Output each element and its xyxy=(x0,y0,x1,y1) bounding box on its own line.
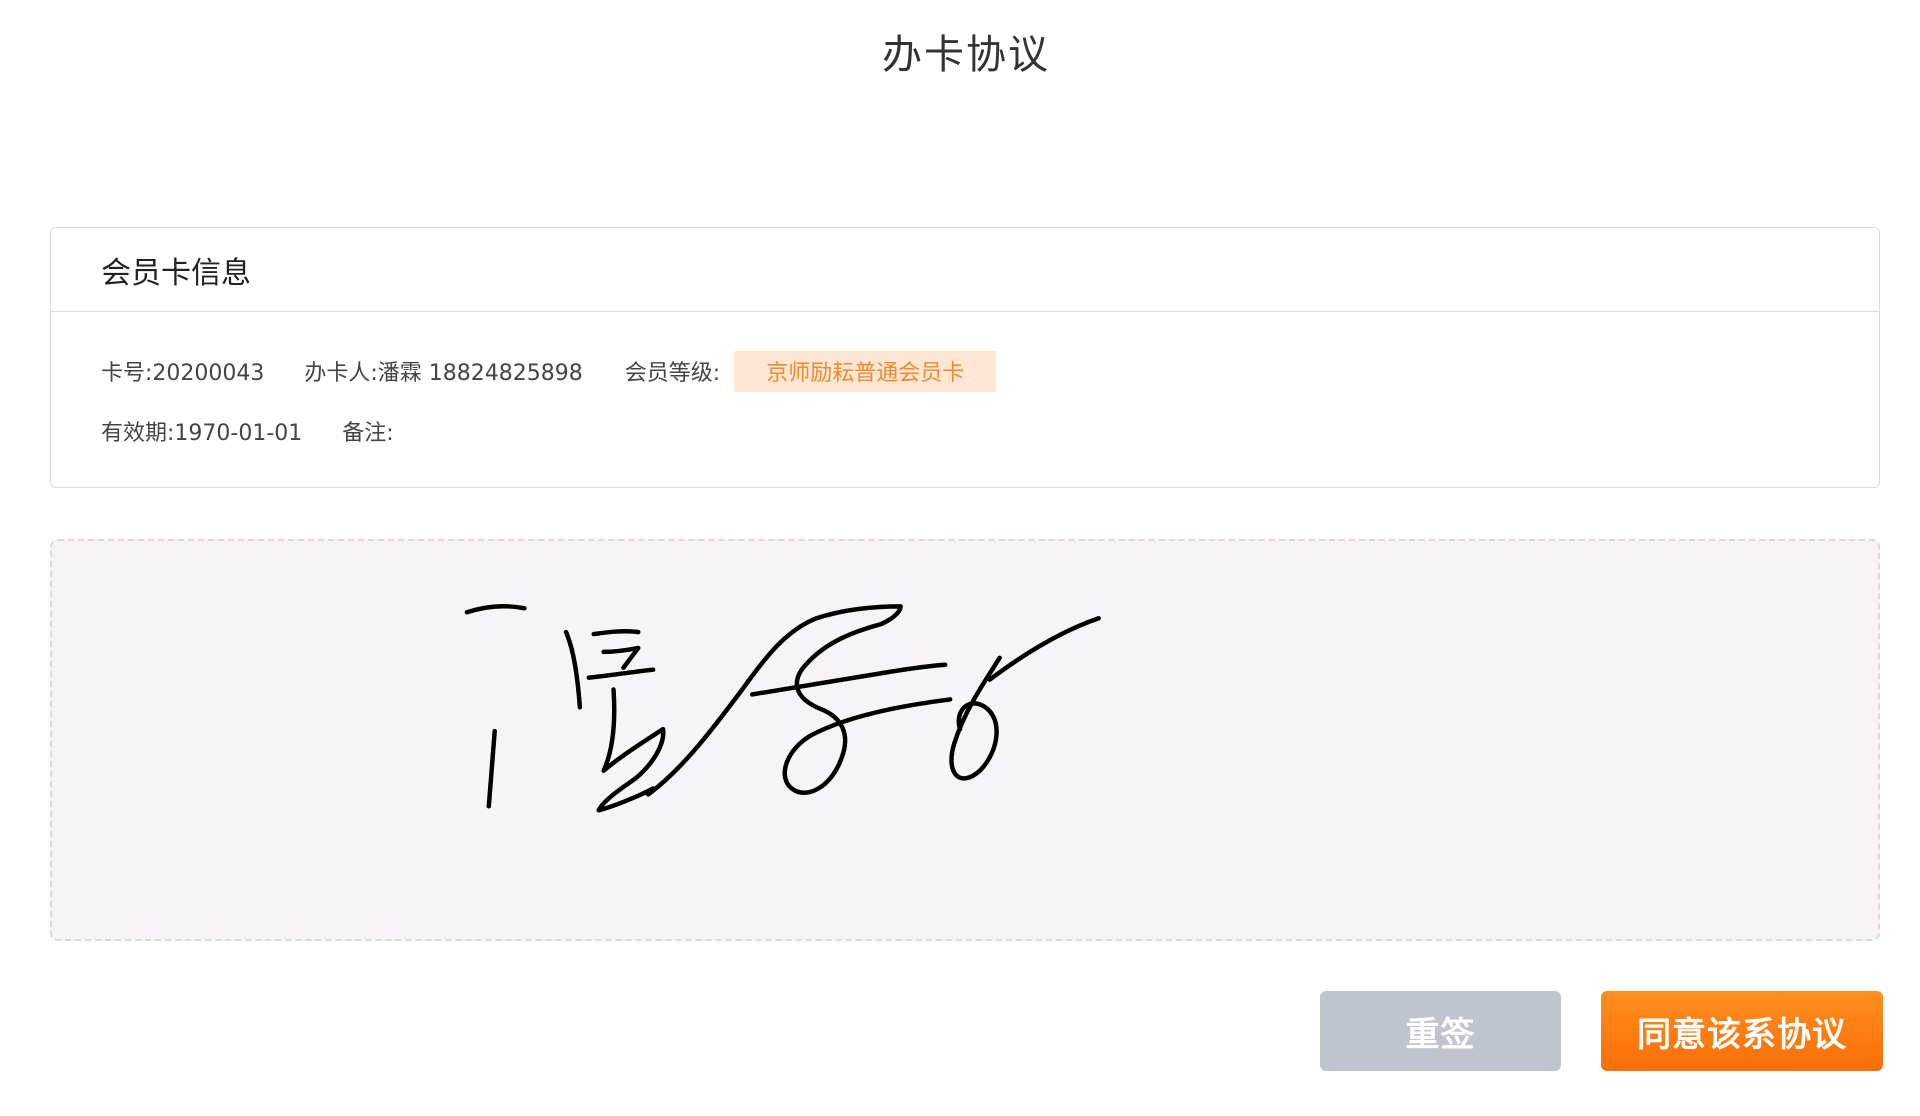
remark-label: 备注: xyxy=(342,421,394,446)
signature-stroke xyxy=(749,662,948,697)
card-header-title: 会员卡信息 xyxy=(101,255,251,291)
signature-stroke xyxy=(591,629,641,637)
signature-stroke xyxy=(563,629,583,710)
signature-strokes xyxy=(464,604,1101,813)
card-header: 会员卡信息 xyxy=(51,228,1879,312)
page-title: 办卡协议 xyxy=(882,32,1050,78)
resign-button[interactable]: 重签 xyxy=(1320,991,1561,1071)
member-card-info: 会员卡信息 卡号:20200043 办卡人:潘霖 18824825898 会员等… xyxy=(50,227,1880,488)
validity-date: 有效期:1970-01-01 xyxy=(101,421,303,446)
signature-stroke xyxy=(645,604,953,797)
signature-stroke xyxy=(987,615,1101,682)
agree-agreement-button[interactable]: 同意该系协议 xyxy=(1601,991,1883,1071)
info-row-1: 卡号:20200043 办卡人:潘霖 18824825898 会员等级: 京师励… xyxy=(101,350,997,392)
signature-stroke xyxy=(586,667,656,680)
signature-stroke xyxy=(464,604,527,615)
page: 办卡协议 会员卡信息 卡号:20200043 办卡人:潘霖 1882482589… xyxy=(0,0,1920,1116)
card-number: 卡号:20200043 xyxy=(101,361,265,386)
info-row-2: 有效期:1970-01-01 备注: xyxy=(101,410,394,452)
signature-stroke xyxy=(601,645,641,670)
signature-stroke xyxy=(486,728,497,809)
signature-pad[interactable] xyxy=(50,539,1880,941)
member-level-tag: 京师励耘普通会员卡 xyxy=(734,350,997,392)
member-level-label: 会员等级: xyxy=(624,361,721,386)
applicant-info: 办卡人:潘霖 18824825898 xyxy=(304,361,583,386)
